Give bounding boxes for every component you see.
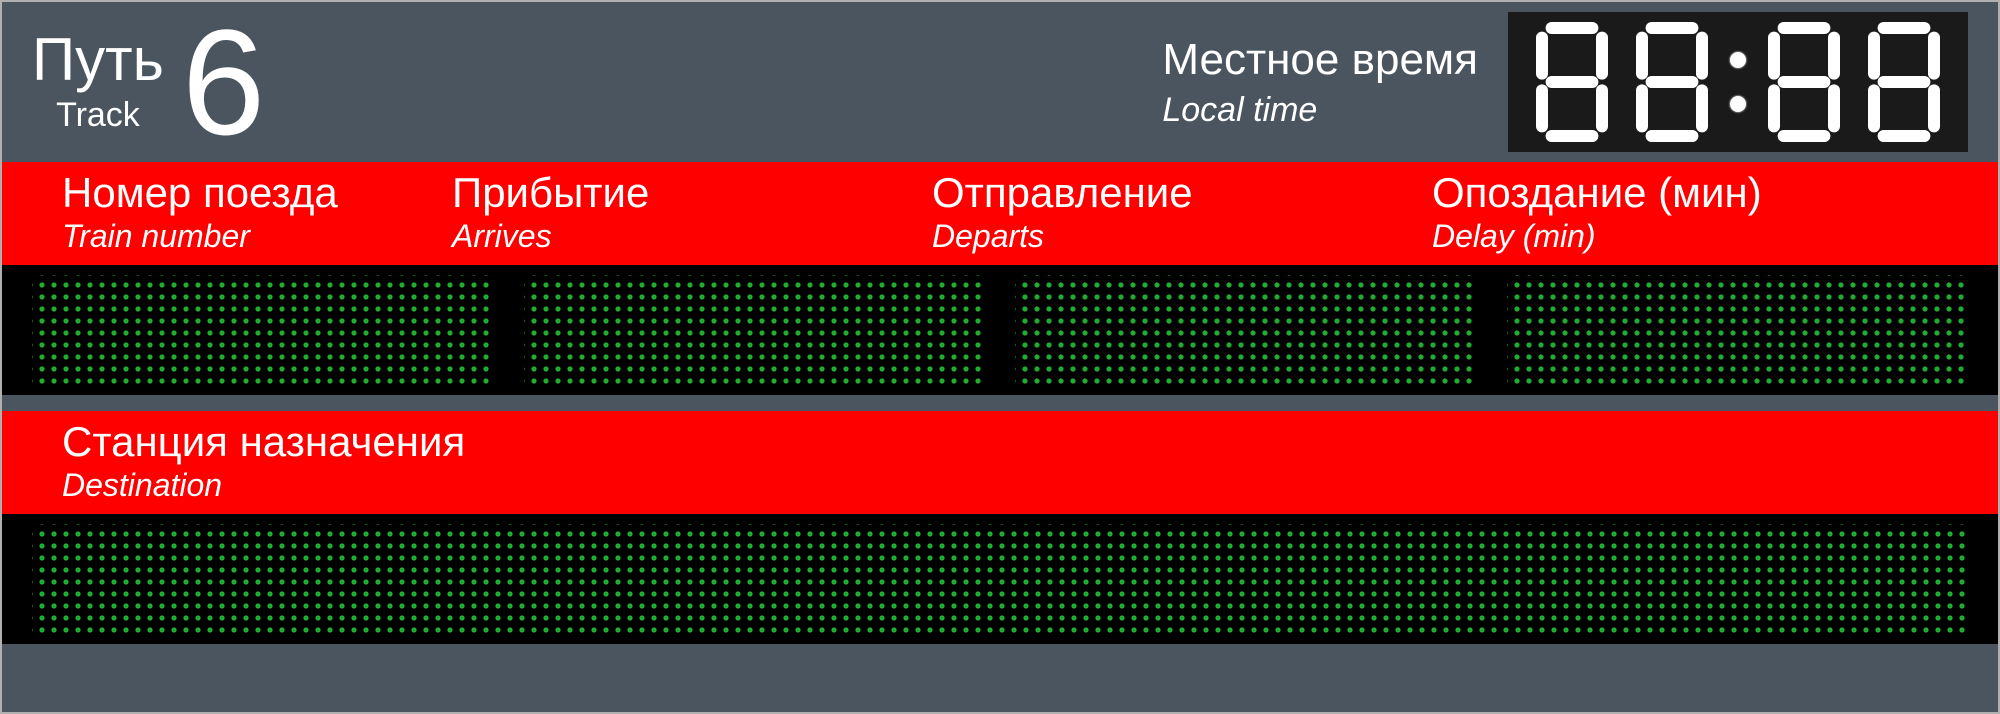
- led-destination: [32, 524, 1968, 634]
- clock-colon: [1730, 52, 1746, 112]
- local-time-label: Местное время Local time: [1162, 35, 1478, 130]
- col-arrives-en: Arrives: [452, 218, 912, 255]
- local-time-en: Local time: [1162, 91, 1478, 130]
- track-number: 6: [182, 7, 265, 157]
- led-train-number: [32, 275, 494, 385]
- destination-ru: Станция назначения: [62, 419, 465, 465]
- led-row-destination: [2, 514, 1998, 644]
- clock-display: [1508, 12, 1968, 152]
- led-departs: [1015, 275, 1477, 385]
- col-delay: Опоздание (мин) Delay (min): [1412, 170, 1998, 255]
- led-arrives: [524, 275, 986, 385]
- track-label-ru: Путь: [32, 30, 164, 90]
- spacer: [2, 395, 1998, 411]
- col-destination: Станция назначения Destination: [2, 419, 465, 504]
- col-arrives: Прибытие Arrives: [432, 170, 912, 255]
- col-departs-en: Departs: [932, 218, 1412, 255]
- destination-header: Станция назначения Destination: [2, 411, 1998, 514]
- track-labels: Путь Track: [32, 30, 164, 135]
- clock-digit: [1530, 22, 1614, 142]
- track-label-en: Track: [56, 96, 140, 135]
- destination-en: Destination: [62, 467, 465, 504]
- column-headers: Номер поезда Train number Прибытие Arriv…: [2, 162, 1998, 265]
- col-train-number-en: Train number: [62, 218, 432, 255]
- clock-digit: [1630, 22, 1714, 142]
- clock-digit: [1762, 22, 1846, 142]
- col-departs: Отправление Departs: [912, 170, 1412, 255]
- col-train-number-ru: Номер поезда: [62, 170, 432, 216]
- clock-digit: [1862, 22, 1946, 142]
- col-departs-ru: Отправление: [932, 170, 1412, 216]
- col-delay-en: Delay (min): [1432, 218, 1998, 255]
- col-arrives-ru: Прибытие: [452, 170, 912, 216]
- col-delay-ru: Опоздание (мин): [1432, 170, 1998, 216]
- header: Путь Track 6 Местное время Local time: [2, 2, 1998, 162]
- led-delay: [1507, 275, 1969, 385]
- departure-board: Путь Track 6 Местное время Local time: [0, 0, 2000, 714]
- local-time-ru: Местное время: [1162, 35, 1478, 85]
- track-block: Путь Track 6: [32, 7, 265, 157]
- col-train-number: Номер поезда Train number: [2, 170, 432, 255]
- led-row-data: [2, 265, 1998, 395]
